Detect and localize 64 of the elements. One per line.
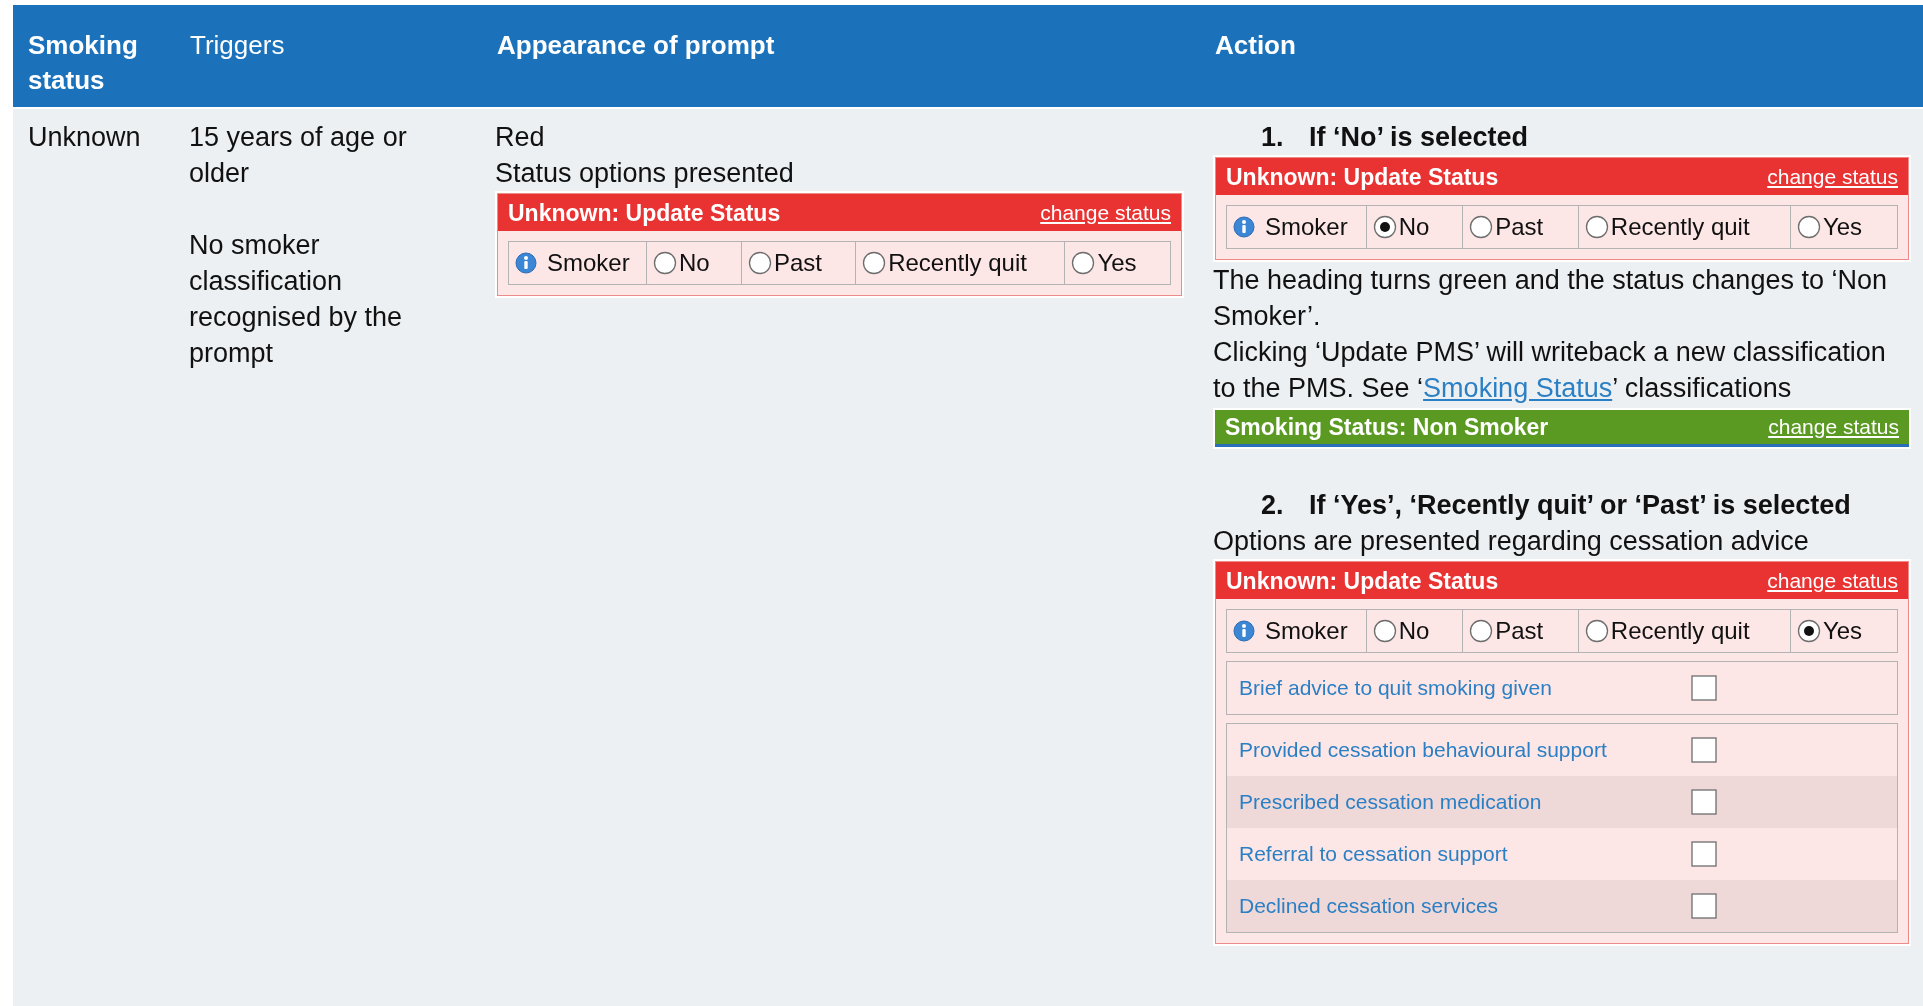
column-header: Triggers [190,30,285,60]
radio-option[interactable]: Past [1463,610,1579,652]
radio-button[interactable] [1071,251,1096,275]
radio-button[interactable] [1469,619,1494,643]
radio-option[interactable]: Recently quit [1578,610,1791,652]
radio-option[interactable]: Recently quit [856,242,1066,284]
step-number: 2. [1261,489,1285,522]
radio-option[interactable]: Yes [1790,610,1897,652]
checkbox[interactable] [1691,737,1717,763]
step-number: 1. [1261,121,1285,154]
radio-button[interactable] [862,251,887,275]
step-heading: If ‘Yes’, ‘Recently quit’ or ‘Past’ is selected [1309,489,1851,522]
info-icon [1233,216,1255,238]
checklist-label: Referral to cessation support [1239,841,1509,867]
checkbox[interactable] [1691,675,1717,701]
change-status-link[interactable]: change status [1767,164,1898,189]
body-text: Red [495,121,546,154]
radio-option[interactable]: Past [742,242,857,284]
checklist-label: Prescribed cessation medication [1239,789,1543,815]
checkbox[interactable] [1691,893,1717,919]
radio-button[interactable] [1372,215,1397,239]
info-label: Smoker [547,249,630,277]
prompt-title: Unknown: Update Status [508,199,781,226]
column-header: Action [1215,30,1296,60]
body-text: Status options presented [495,157,795,190]
info-label: Smoker [1265,617,1348,645]
info-label: Smoker [1265,213,1348,241]
step-heading: If ‘No’ is selected [1309,121,1529,154]
radio-button[interactable] [1796,215,1821,239]
column-header: Appearance of prompt [497,30,775,60]
radio-button[interactable] [1796,619,1821,643]
body-text: The heading turns green and the status changes to ‘Non Smoker’. [1213,264,1888,333]
prompt-title: Unknown: Update Status [1226,567,1499,594]
radio-button[interactable] [1372,619,1397,643]
status-value: Unknown [28,122,141,152]
smoking-status-link[interactable]: Smoking Status [1423,373,1613,403]
body-text: Clicking ‘Update PMS’ will writeback a new classification to the PMS. See ‘Smoking Status’ classifications [1213,336,1887,405]
trigger-text: 15 years of age or older [189,121,408,190]
checklist-label: Declined cessation services [1239,893,1500,919]
checklist-label: Brief advice to quit smoking given [1239,675,1553,701]
column-header: Smoking status [28,30,138,95]
trigger-text: No smoker classification recognised by the prompt [189,229,404,370]
checklist-label: Provided cessation behavioural support [1239,737,1608,763]
radio-button[interactable] [1584,619,1609,643]
radio-option[interactable]: Recently quit [1578,206,1791,248]
change-status-link[interactable]: change status [1767,568,1898,593]
radio-option[interactable]: Yes [1065,242,1170,284]
info-icon [515,252,537,274]
radio-option[interactable]: Yes [1790,206,1897,248]
checkbox[interactable] [1691,841,1717,867]
radio-option[interactable]: No [1366,206,1464,248]
radio-button[interactable] [652,251,677,275]
radio-option[interactable]: No [646,242,742,284]
change-status-link[interactable]: change status [1040,200,1171,225]
info-icon [1233,620,1255,642]
radio-option[interactable]: Past [1463,206,1579,248]
prompt-title: Unknown: Update Status [1226,163,1499,190]
radio-option[interactable]: No [1366,610,1464,652]
radio-button[interactable] [1469,215,1494,239]
prompt-title: Smoking Status: Non Smoker [1225,414,1549,440]
checkbox[interactable] [1691,789,1717,815]
body-text: Options are presented regarding cessation advice [1213,525,1810,558]
radio-button[interactable] [748,251,772,275]
radio-button[interactable] [1584,215,1609,239]
